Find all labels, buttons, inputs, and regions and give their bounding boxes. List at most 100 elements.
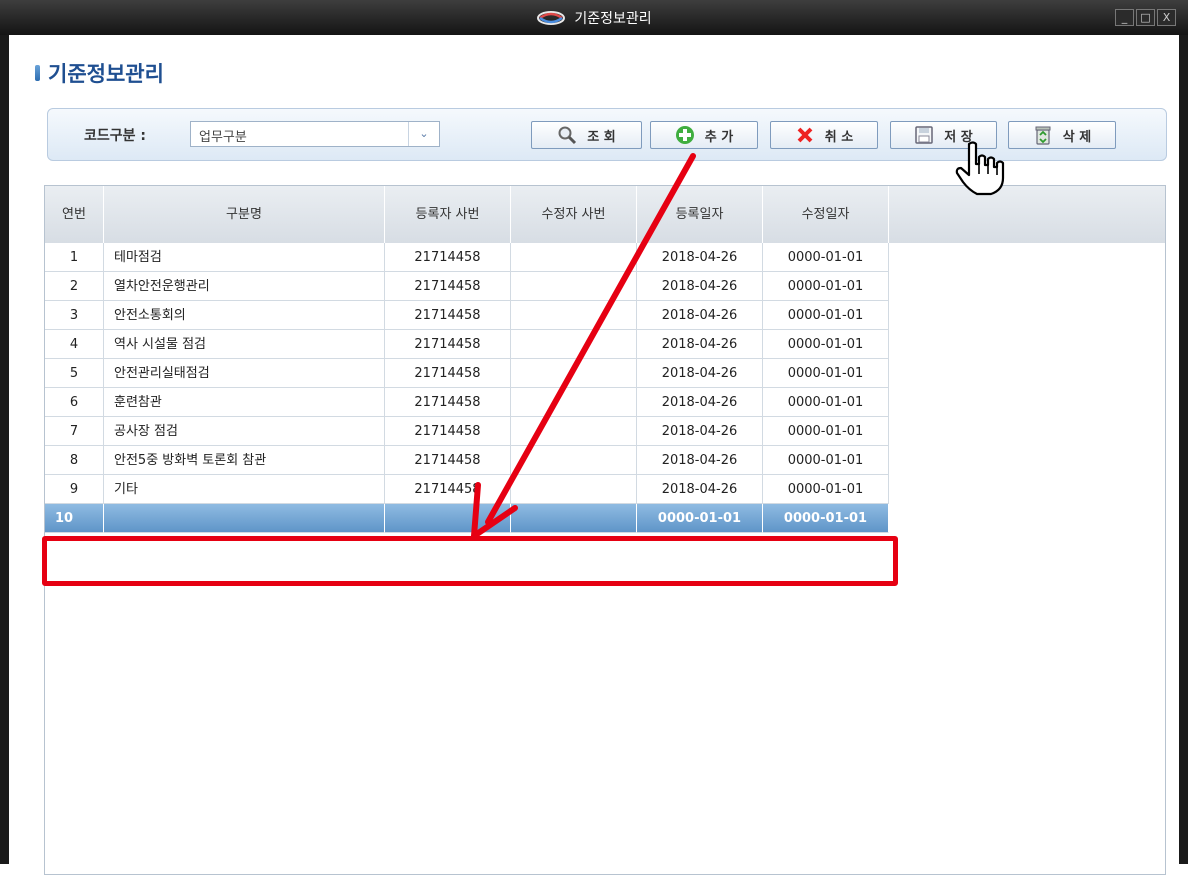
cell-no[interactable]: 5 (45, 359, 104, 388)
table-row[interactable]: 7 공사장 점검 21714458 2018-04-26 0000-01-01 (45, 417, 890, 446)
magnifier-icon (557, 125, 577, 145)
cell-modified-date[interactable]: 0000-01-01 (763, 504, 889, 533)
cell-name[interactable]: 공사장 점검 (104, 417, 385, 446)
column-header-modifier-id[interactable]: 수정자 사번 (511, 186, 637, 243)
table-row[interactable]: 2 열차안전운행관리 21714458 2018-04-26 0000-01-01 (45, 272, 890, 301)
column-header-no[interactable]: 연번 (45, 186, 104, 243)
cell-no[interactable]: 3 (45, 301, 104, 330)
cell-name[interactable]: 안전5중 방화벽 토론회 참관 (104, 446, 385, 475)
search-button[interactable]: 조 회 (531, 121, 642, 149)
cell-no[interactable]: 1 (45, 243, 104, 272)
minimize-button[interactable]: _ (1115, 9, 1134, 26)
cell-registrant-id[interactable]: 21714458 (385, 388, 511, 417)
hand-pointer-icon (955, 141, 1005, 196)
cell-modified-date[interactable]: 0000-01-01 (763, 330, 889, 359)
cell-registrant-id[interactable]: 21714458 (385, 446, 511, 475)
cell-no[interactable]: 9 (45, 475, 104, 504)
cell-no[interactable]: 6 (45, 388, 104, 417)
cell-registered-date[interactable]: 2018-04-26 (637, 359, 763, 388)
cell-modified-date[interactable]: 0000-01-01 (763, 388, 889, 417)
table-row[interactable]: 4 역사 시설물 점검 21714458 2018-04-26 0000-01-01 (45, 330, 890, 359)
cell-modifier-id[interactable] (511, 446, 637, 475)
cell-modified-date[interactable]: 0000-01-01 (763, 272, 889, 301)
cell-name[interactable]: 역사 시설물 점검 (104, 330, 385, 359)
cell-registered-date[interactable]: 2018-04-26 (637, 475, 763, 504)
code-type-select[interactable]: 업무구분 ⌄ (190, 121, 440, 147)
window-frame-left (0, 35, 9, 864)
cell-modified-date[interactable]: 0000-01-01 (763, 243, 889, 272)
column-header-registrant-id[interactable]: 등록자 사번 (385, 186, 511, 243)
maximize-button[interactable]: □ (1136, 9, 1155, 26)
column-header-registered-date[interactable]: 등록일자 (637, 186, 763, 243)
cell-modified-date[interactable]: 0000-01-01 (763, 417, 889, 446)
cancel-button[interactable]: 취 소 (770, 121, 878, 149)
cell-registrant-id[interactable]: 21714458 (385, 272, 511, 301)
table-row-selected[interactable]: 10 0000-01-01 0000-01-01 (45, 504, 890, 533)
app-logo-icon (537, 10, 566, 25)
cell-registered-date[interactable]: 2018-04-26 (637, 330, 763, 359)
cell-registrant-id[interactable]: 21714458 (385, 243, 511, 272)
cell-modifier-id[interactable] (511, 243, 637, 272)
plus-circle-icon (675, 125, 695, 145)
cell-name[interactable]: 테마점검 (104, 243, 385, 272)
delete-button[interactable]: 삭 제 (1008, 121, 1116, 149)
cell-registered-date[interactable]: 2018-04-26 (637, 388, 763, 417)
cell-no[interactable]: 8 (45, 446, 104, 475)
cell-name[interactable]: 열차안전운행관리 (104, 272, 385, 301)
cell-modifier-id[interactable] (511, 359, 637, 388)
x-mark-icon (795, 125, 815, 145)
cell-registrant-id[interactable]: 21714458 (385, 359, 511, 388)
column-header-name[interactable]: 구분명 (104, 186, 385, 243)
cell-name[interactable]: 안전관리실태점검 (104, 359, 385, 388)
data-grid[interactable]: 연번 구분명 등록자 사번 수정자 사번 등록일자 수정일자 1 테마점검 2171… (44, 185, 1166, 875)
cell-registrant-id[interactable]: 21714458 (385, 417, 511, 446)
code-type-label: 코드구분 : (84, 128, 146, 144)
table-row[interactable]: 5 안전관리실태점검 21714458 2018-04-26 0000-01-01 (45, 359, 890, 388)
recycle-bin-icon (1033, 125, 1053, 145)
cell-modified-date[interactable]: 0000-01-01 (763, 359, 889, 388)
cell-modified-date[interactable]: 0000-01-01 (763, 475, 889, 504)
cell-name[interactable]: 훈련참관 (104, 388, 385, 417)
title-bullet-icon (35, 65, 40, 81)
cell-modifier-id[interactable] (511, 475, 637, 504)
cell-no[interactable]: 2 (45, 272, 104, 301)
cell-name[interactable] (104, 504, 385, 533)
cell-registrant-id[interactable]: 21714458 (385, 475, 511, 504)
cell-modifier-id[interactable] (511, 417, 637, 446)
cell-name[interactable]: 안전소통회의 (104, 301, 385, 330)
cell-modifier-id[interactable] (511, 388, 637, 417)
cell-name[interactable]: 기타 (104, 475, 385, 504)
cell-registrant-id[interactable] (385, 504, 511, 533)
delete-button-label: 삭 제 (1062, 129, 1092, 145)
add-button[interactable]: 추 가 (650, 121, 758, 149)
cell-modifier-id[interactable] (511, 272, 637, 301)
cell-no[interactable]: 4 (45, 330, 104, 359)
cell-no[interactable]: 7 (45, 417, 104, 446)
cell-modifier-id[interactable] (511, 330, 637, 359)
table-row[interactable]: 9 기타 21714458 2018-04-26 0000-01-01 (45, 475, 890, 504)
cell-no[interactable]: 10 (45, 504, 104, 533)
close-button[interactable]: X (1157, 9, 1176, 26)
cell-modified-date[interactable]: 0000-01-01 (763, 301, 889, 330)
table-row[interactable]: 1 테마점검 21714458 2018-04-26 0000-01-01 (45, 243, 890, 272)
cell-registered-date[interactable]: 2018-04-26 (637, 417, 763, 446)
code-type-value: 업무구분 (199, 130, 247, 145)
add-button-label: 추 가 (704, 129, 734, 145)
table-row[interactable]: 8 안전5중 방화벽 토론회 참관 21714458 2018-04-26 0000-0… (45, 446, 890, 475)
chevron-down-icon[interactable]: ⌄ (408, 122, 439, 146)
column-header-modified-date[interactable]: 수정일자 (763, 186, 889, 243)
cell-modifier-id[interactable] (511, 504, 637, 533)
cell-modifier-id[interactable] (511, 301, 637, 330)
cell-registered-date[interactable]: 2018-04-26 (637, 272, 763, 301)
cancel-button-label: 취 소 (824, 129, 854, 145)
window-frame-right (1179, 35, 1188, 864)
cell-registered-date[interactable]: 2018-04-26 (637, 446, 763, 475)
table-row[interactable]: 6 훈련참관 21714458 2018-04-26 0000-01-01 (45, 388, 890, 417)
cell-registered-date[interactable]: 0000-01-01 (637, 504, 763, 533)
cell-registrant-id[interactable]: 21714458 (385, 301, 511, 330)
cell-registered-date[interactable]: 2018-04-26 (637, 301, 763, 330)
cell-registrant-id[interactable]: 21714458 (385, 330, 511, 359)
cell-registered-date[interactable]: 2018-04-26 (637, 243, 763, 272)
cell-modified-date[interactable]: 0000-01-01 (763, 446, 889, 475)
table-row[interactable]: 3 안전소통회의 21714458 2018-04-26 0000-01-01 (45, 301, 890, 330)
